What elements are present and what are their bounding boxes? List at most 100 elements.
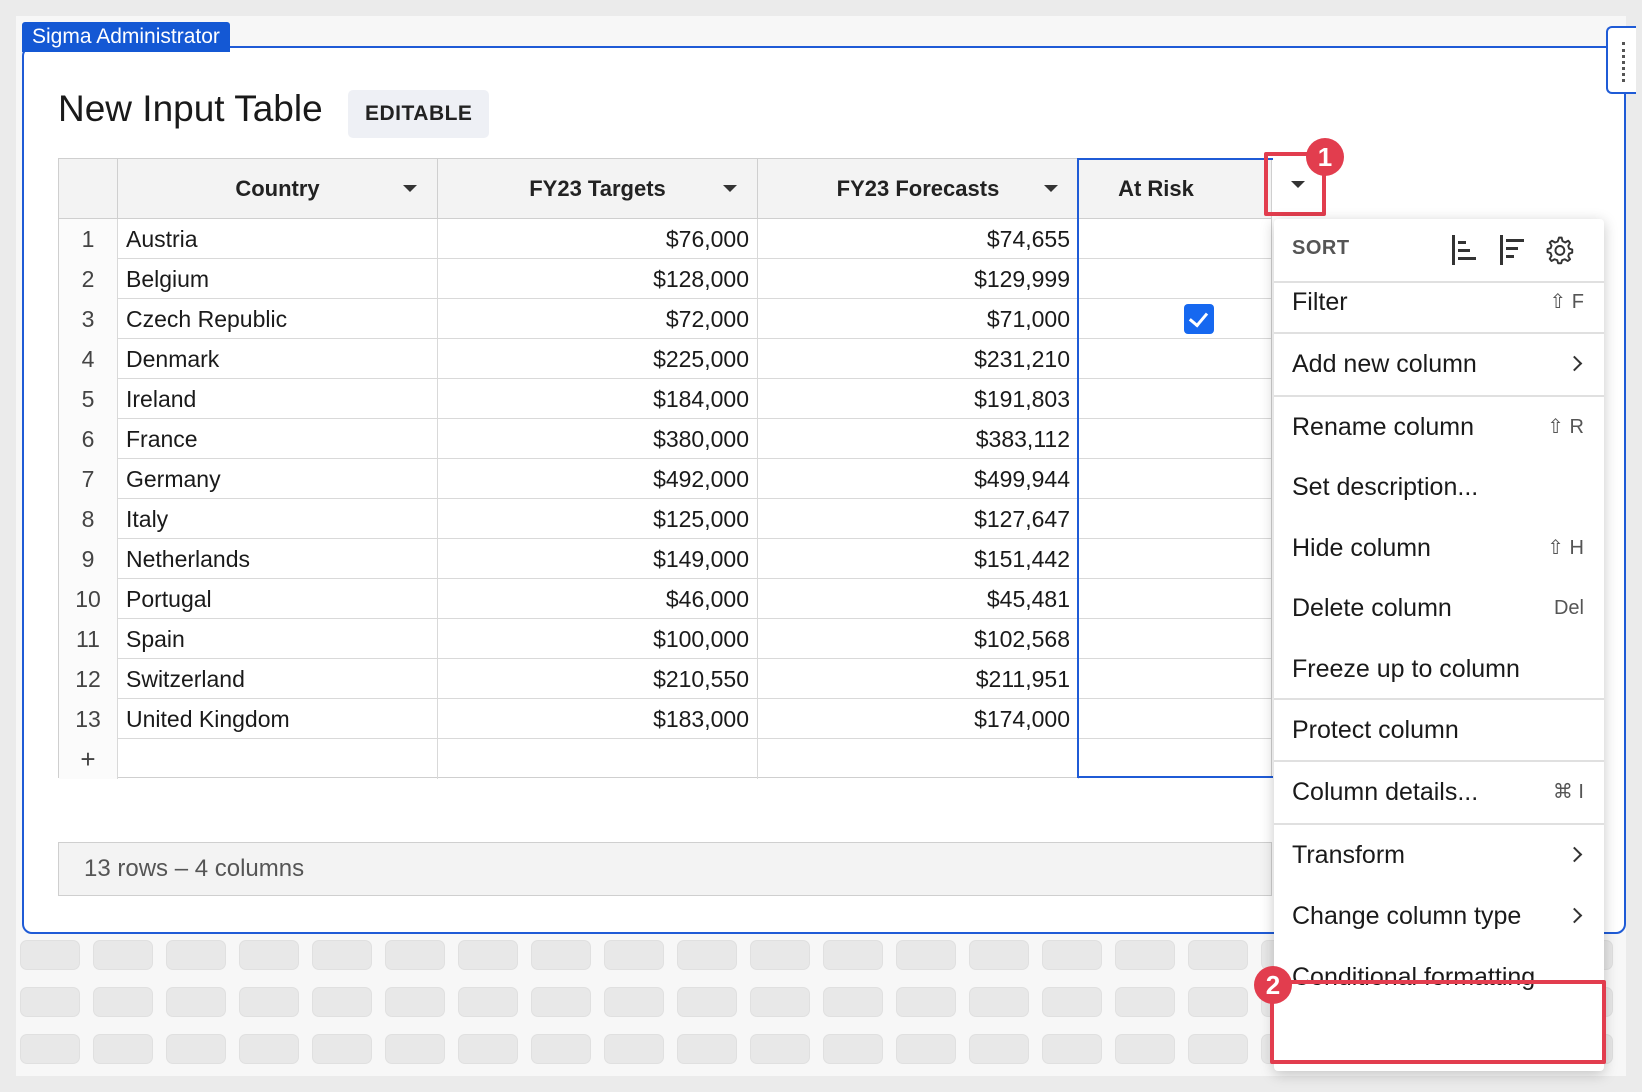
sort-descending-icon[interactable] xyxy=(1498,233,1528,267)
country-cell[interactable]: United Kingdom xyxy=(118,699,438,739)
menu-item-filter[interactable]: Filter ⇧ F xyxy=(1274,272,1604,332)
targets-cell[interactable]: $100,000 xyxy=(438,619,758,659)
country-cell[interactable]: Czech Republic xyxy=(118,299,438,339)
add-row-icon[interactable]: + xyxy=(59,739,118,779)
targets-cell[interactable]: $183,000 xyxy=(438,699,758,739)
targets-cell[interactable]: $46,000 xyxy=(438,579,758,619)
menu-item-delete-column[interactable]: Delete column Del xyxy=(1274,578,1604,638)
column-header-at-risk[interactable]: At Risk xyxy=(1079,159,1273,219)
at-risk-cell[interactable] xyxy=(1079,619,1273,659)
targets-cell[interactable]: $149,000 xyxy=(438,539,758,579)
forecasts-cell[interactable]: $45,481 xyxy=(758,579,1079,619)
table-row[interactable]: 1 Austria $76,000 $74,655 xyxy=(59,219,1271,259)
menu-item-freeze-up-to-column[interactable]: Freeze up to column xyxy=(1274,639,1604,699)
table-row[interactable]: 11 Spain $100,000 $102,568 xyxy=(59,619,1271,659)
menu-item-column-details[interactable]: Column details... ⌘ I xyxy=(1274,762,1604,822)
table-row[interactable]: 13 United Kingdom $183,000 $174,000 xyxy=(59,699,1271,739)
targets-cell[interactable]: $184,000 xyxy=(438,379,758,419)
placeholder-tile xyxy=(239,940,299,970)
at-risk-cell[interactable] xyxy=(1079,499,1273,539)
gear-icon[interactable] xyxy=(1544,233,1574,267)
table-row[interactable]: 9 Netherlands $149,000 $151,442 xyxy=(59,539,1271,579)
country-cell[interactable]: Switzerland xyxy=(118,659,438,699)
targets-cell[interactable]: $380,000 xyxy=(438,419,758,459)
at-risk-cell[interactable] xyxy=(1079,579,1273,619)
country-cell[interactable]: Germany xyxy=(118,459,438,499)
table-row[interactable]: 4 Denmark $225,000 $231,210 xyxy=(59,339,1271,379)
at-risk-cell[interactable] xyxy=(1079,219,1273,259)
forecasts-cell[interactable]: $383,112 xyxy=(758,419,1079,459)
forecasts-cell[interactable]: $191,803 xyxy=(758,379,1079,419)
forecasts-cell[interactable]: $129,999 xyxy=(758,259,1079,299)
at-risk-cell[interactable] xyxy=(1079,339,1273,379)
at-risk-cell[interactable] xyxy=(1079,299,1273,339)
forecasts-cell[interactable]: $71,000 xyxy=(758,299,1079,339)
at-risk-cell[interactable] xyxy=(1079,539,1273,579)
forecasts-cell[interactable]: $102,568 xyxy=(758,619,1079,659)
forecasts-cell[interactable]: $127,647 xyxy=(758,499,1079,539)
country-cell[interactable]: Austria xyxy=(118,219,438,259)
chevron-down-icon[interactable] xyxy=(403,185,417,192)
forecasts-cell[interactable]: $174,000 xyxy=(758,699,1079,739)
country-cell[interactable]: Denmark xyxy=(118,339,438,379)
menu-item-add-new-column[interactable]: Add new column xyxy=(1274,334,1604,394)
targets-cell[interactable]: $125,000 xyxy=(438,499,758,539)
placeholder-tile xyxy=(677,1034,737,1064)
country-cell[interactable]: Netherlands xyxy=(118,539,438,579)
country-cell[interactable]: Belgium xyxy=(118,259,438,299)
at-risk-cell[interactable] xyxy=(1079,259,1273,299)
owner-tag: Sigma Administrator xyxy=(22,22,230,52)
menu-item-transform[interactable]: Transform xyxy=(1274,825,1604,885)
forecasts-cell[interactable]: $231,210 xyxy=(758,339,1079,379)
targets-cell[interactable]: $210,550 xyxy=(438,659,758,699)
drag-handle-icon[interactable] xyxy=(1606,26,1636,94)
placeholder-tile xyxy=(1188,940,1248,970)
menu-item-change-column-type[interactable]: Change column type xyxy=(1274,886,1604,946)
menu-item-hide-column[interactable]: Hide column ⇧ H xyxy=(1274,518,1604,578)
at-risk-cell[interactable] xyxy=(1079,379,1273,419)
at-risk-cell[interactable] xyxy=(1079,659,1273,699)
add-row[interactable]: + xyxy=(59,739,1271,779)
menu-item-rename-column[interactable]: Rename column ⇧ R xyxy=(1274,397,1604,457)
at-risk-cell[interactable] xyxy=(1079,459,1273,499)
country-cell[interactable]: Ireland xyxy=(118,379,438,419)
column-header-fy23-targets[interactable]: FY23 Targets xyxy=(438,159,758,219)
country-cell[interactable]: Italy xyxy=(118,499,438,539)
menu-item-protect-column[interactable]: Protect column xyxy=(1274,700,1604,760)
forecasts-cell[interactable]: $211,951 xyxy=(758,659,1079,699)
chevron-down-icon[interactable] xyxy=(723,185,737,192)
targets-cell[interactable]: $72,000 xyxy=(438,299,758,339)
country-cell[interactable]: Portugal xyxy=(118,579,438,619)
at-risk-cell[interactable] xyxy=(1079,699,1273,739)
table-row[interactable]: 10 Portugal $46,000 $45,481 xyxy=(59,579,1271,619)
targets-cell[interactable]: $225,000 xyxy=(438,339,758,379)
checkbox-checked-icon[interactable] xyxy=(1184,304,1214,334)
country-cell[interactable]: Spain xyxy=(118,619,438,659)
targets-cell[interactable]: $128,000 xyxy=(438,259,758,299)
targets-cell[interactable]: $76,000 xyxy=(438,219,758,259)
placeholder-tile xyxy=(166,940,226,970)
table-row[interactable]: 8 Italy $125,000 $127,647 xyxy=(59,499,1271,539)
menu-item-set-description[interactable]: Set description... xyxy=(1274,457,1604,517)
forecasts-cell[interactable]: $151,442 xyxy=(758,539,1079,579)
placeholder-tile xyxy=(166,987,226,1017)
at-risk-cell[interactable] xyxy=(1079,419,1273,459)
page-title[interactable]: New Input Table xyxy=(58,88,323,130)
chevron-down-icon[interactable] xyxy=(1044,185,1058,192)
table-row[interactable]: 7 Germany $492,000 $499,944 xyxy=(59,459,1271,499)
placeholder-tile xyxy=(20,987,80,1017)
targets-cell[interactable]: $492,000 xyxy=(438,459,758,499)
placeholder-tile xyxy=(969,1034,1029,1064)
forecasts-cell[interactable]: $74,655 xyxy=(758,219,1079,259)
forecasts-cell[interactable]: $499,944 xyxy=(758,459,1079,499)
table-row[interactable]: 6 France $380,000 $383,112 xyxy=(59,419,1271,459)
table-row[interactable]: 2 Belgium $128,000 $129,999 xyxy=(59,259,1271,299)
row-number: 2 xyxy=(59,259,118,299)
table-row[interactable]: 12 Switzerland $210,550 $211,951 xyxy=(59,659,1271,699)
table-row[interactable]: 3 Czech Republic $72,000 $71,000 xyxy=(59,299,1271,339)
country-cell[interactable]: France xyxy=(118,419,438,459)
column-header-country[interactable]: Country xyxy=(118,159,438,219)
table-row[interactable]: 5 Ireland $184,000 $191,803 xyxy=(59,379,1271,419)
sort-ascending-icon[interactable] xyxy=(1450,233,1480,267)
column-header-fy23-forecasts[interactable]: FY23 Forecasts xyxy=(758,159,1079,219)
